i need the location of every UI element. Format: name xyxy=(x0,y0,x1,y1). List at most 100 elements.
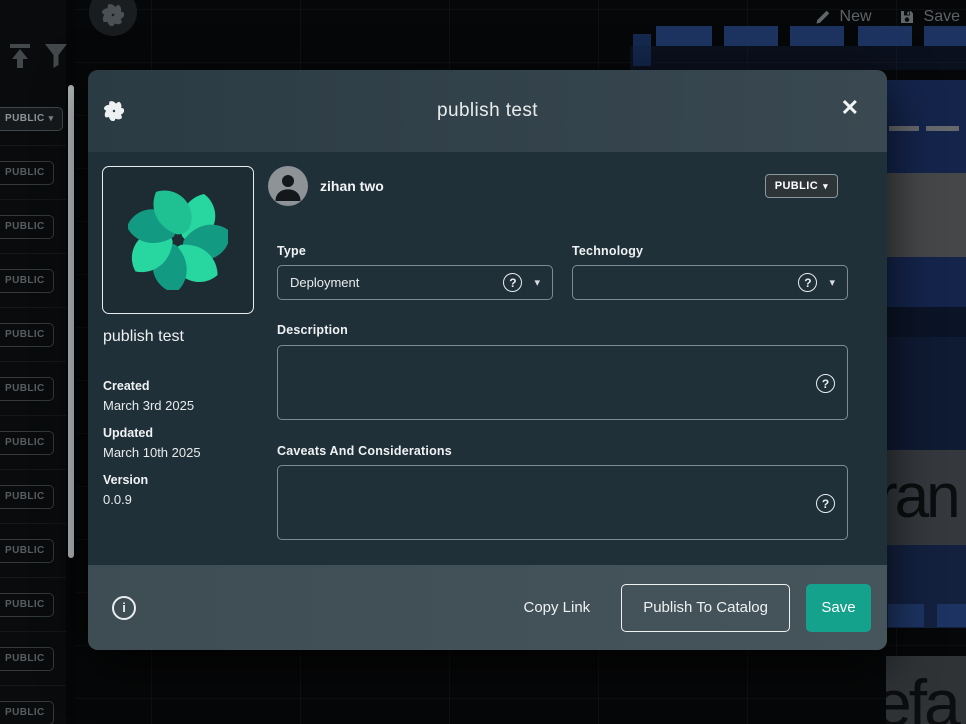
sidebar-row: PUBLIC xyxy=(0,524,66,578)
visibility-dropdown[interactable]: PUBLIC ▾ xyxy=(765,174,838,198)
visibility-badge[interactable]: PUBLIC ▾ xyxy=(0,107,63,131)
caveats-field-wrap: ? xyxy=(277,465,848,540)
technology-select[interactable]: ? ▾ xyxy=(572,265,848,300)
visibility-badge[interactable]: PUBLIC xyxy=(0,215,54,239)
asset-thumbnail xyxy=(102,166,254,314)
bg-tab xyxy=(656,26,712,46)
filter-icon[interactable] xyxy=(44,43,68,74)
visibility-badge[interactable]: PUBLIC xyxy=(0,431,54,455)
help-icon[interactable]: ? xyxy=(798,273,817,292)
visibility-badge-label: PUBLIC xyxy=(5,707,45,718)
sidebar-list: PUBLIC ▾ PUBLIC PUBLIC PUBLIC xyxy=(0,92,66,724)
help-icon[interactable]: ? xyxy=(816,494,835,513)
sidebar-scrollbar[interactable] xyxy=(68,85,74,558)
owner-row: zihan two PUBLIC ▾ xyxy=(268,166,838,206)
version-label: Version xyxy=(103,473,201,487)
modal-footer: i Copy Link Publish To Catalog Save xyxy=(88,565,887,650)
visibility-badge-label: PUBLIC xyxy=(5,545,45,556)
technology-label: Technology xyxy=(572,244,643,258)
visibility-badge[interactable]: PUBLIC xyxy=(0,161,54,185)
chevron-down-icon: ▾ xyxy=(49,113,54,124)
asset-meta: Created March 3rd 2025 Updated March 10t… xyxy=(103,366,201,507)
top-toolbar: New Save xyxy=(814,8,960,26)
save-button[interactable]: Save xyxy=(806,584,871,632)
screen: ran efa New Save xyxy=(0,0,966,724)
visibility-badge-label: PUBLIC xyxy=(5,275,45,286)
bg-tab xyxy=(858,26,912,46)
save-file-button[interactable]: Save xyxy=(898,8,960,26)
visibility-badge-label: PUBLIC xyxy=(5,383,45,394)
spiral-icon xyxy=(102,4,124,31)
visibility-badge[interactable]: PUBLIC xyxy=(0,269,54,293)
visibility-badge[interactable]: PUBLIC xyxy=(0,485,54,509)
visibility-badge-label: PUBLIC xyxy=(5,599,45,610)
visibility-value: PUBLIC xyxy=(775,180,818,192)
bg-dash xyxy=(926,126,959,131)
sidebar-row: PUBLIC xyxy=(0,578,66,632)
updated-label: Updated xyxy=(103,426,201,440)
visibility-badge[interactable]: PUBLIC xyxy=(0,701,54,724)
publish-modal: publish test ✕ publish test Created Marc… xyxy=(88,70,887,650)
bg-navy-block xyxy=(886,307,966,337)
visibility-badge[interactable]: PUBLIC xyxy=(0,647,54,671)
visibility-badge-label: PUBLIC xyxy=(5,167,45,178)
new-label: New xyxy=(840,8,872,26)
info-icon[interactable]: i xyxy=(112,596,136,620)
caveats-label: Caveats And Considerations xyxy=(277,444,452,458)
visibility-badge-label: PUBLIC xyxy=(5,113,45,124)
chevron-down-icon: ▾ xyxy=(534,276,540,289)
sidebar-row: PUBLIC xyxy=(0,362,66,416)
chevron-down-icon: ▾ xyxy=(829,276,835,289)
bg-tab xyxy=(724,26,778,46)
type-value: Deployment xyxy=(290,275,503,290)
bg-tab xyxy=(924,26,966,46)
visibility-badge-label: PUBLIC xyxy=(5,653,45,664)
bg-gray-block xyxy=(886,173,966,257)
visibility-badge-label: PUBLIC xyxy=(5,491,45,502)
visibility-badge[interactable]: PUBLIC xyxy=(0,539,54,563)
sidebar-row: PUBLIC xyxy=(0,686,66,724)
visibility-badge[interactable]: PUBLIC xyxy=(0,593,54,617)
pencil-icon xyxy=(814,8,832,26)
sidebar: PUBLIC ▾ PUBLIC PUBLIC PUBLIC xyxy=(0,0,66,724)
visibility-badge[interactable]: PUBLIC xyxy=(0,377,54,401)
modal-title: publish test xyxy=(88,100,887,122)
publish-to-catalog-button[interactable]: Publish To Catalog xyxy=(621,584,790,632)
bg-dash xyxy=(889,126,919,131)
version-value: 0.0.9 xyxy=(103,492,201,507)
new-button[interactable]: New xyxy=(814,8,872,26)
type-select[interactable]: Deployment ? ▾ xyxy=(277,265,553,300)
upload-icon[interactable] xyxy=(8,42,32,75)
help-icon[interactable]: ? xyxy=(816,374,835,393)
type-label: Type xyxy=(277,244,306,258)
sidebar-row: PUBLIC xyxy=(0,470,66,524)
owner-name: zihan two xyxy=(320,178,384,194)
asset-logo-icon xyxy=(128,190,228,290)
person-icon xyxy=(268,166,308,206)
bg-card-title-fragment: ran xyxy=(886,466,958,528)
sidebar-row: PUBLIC xyxy=(0,308,66,362)
sidebar-row: PUBLIC xyxy=(0,632,66,686)
avatar xyxy=(268,166,308,206)
visibility-badge-label: PUBLIC xyxy=(5,329,45,340)
bg-text-card: ran xyxy=(886,450,966,545)
bg-tab xyxy=(888,604,924,627)
visibility-badge[interactable]: PUBLIC xyxy=(0,323,54,347)
description-field-wrap: ? xyxy=(277,345,848,420)
bg-navy-block xyxy=(886,337,966,450)
close-icon[interactable]: ✕ xyxy=(841,97,859,119)
created-label: Created xyxy=(103,379,201,393)
sidebar-row: PUBLIC xyxy=(0,200,66,254)
description-input[interactable] xyxy=(278,346,847,419)
sidebar-row: PUBLIC ▾ xyxy=(0,92,66,146)
description-label: Description xyxy=(277,323,348,337)
visibility-badge-label: PUBLIC xyxy=(5,437,45,448)
help-icon[interactable]: ? xyxy=(503,273,522,292)
updated-value: March 10th 2025 xyxy=(103,445,201,460)
visibility-badge-label: PUBLIC xyxy=(5,221,45,232)
asset-name: publish test xyxy=(103,328,184,346)
save-file-label: Save xyxy=(924,8,960,26)
copy-link-button[interactable]: Copy Link xyxy=(523,599,590,616)
caveats-input[interactable] xyxy=(278,466,847,539)
floppy-disk-icon xyxy=(898,8,916,26)
